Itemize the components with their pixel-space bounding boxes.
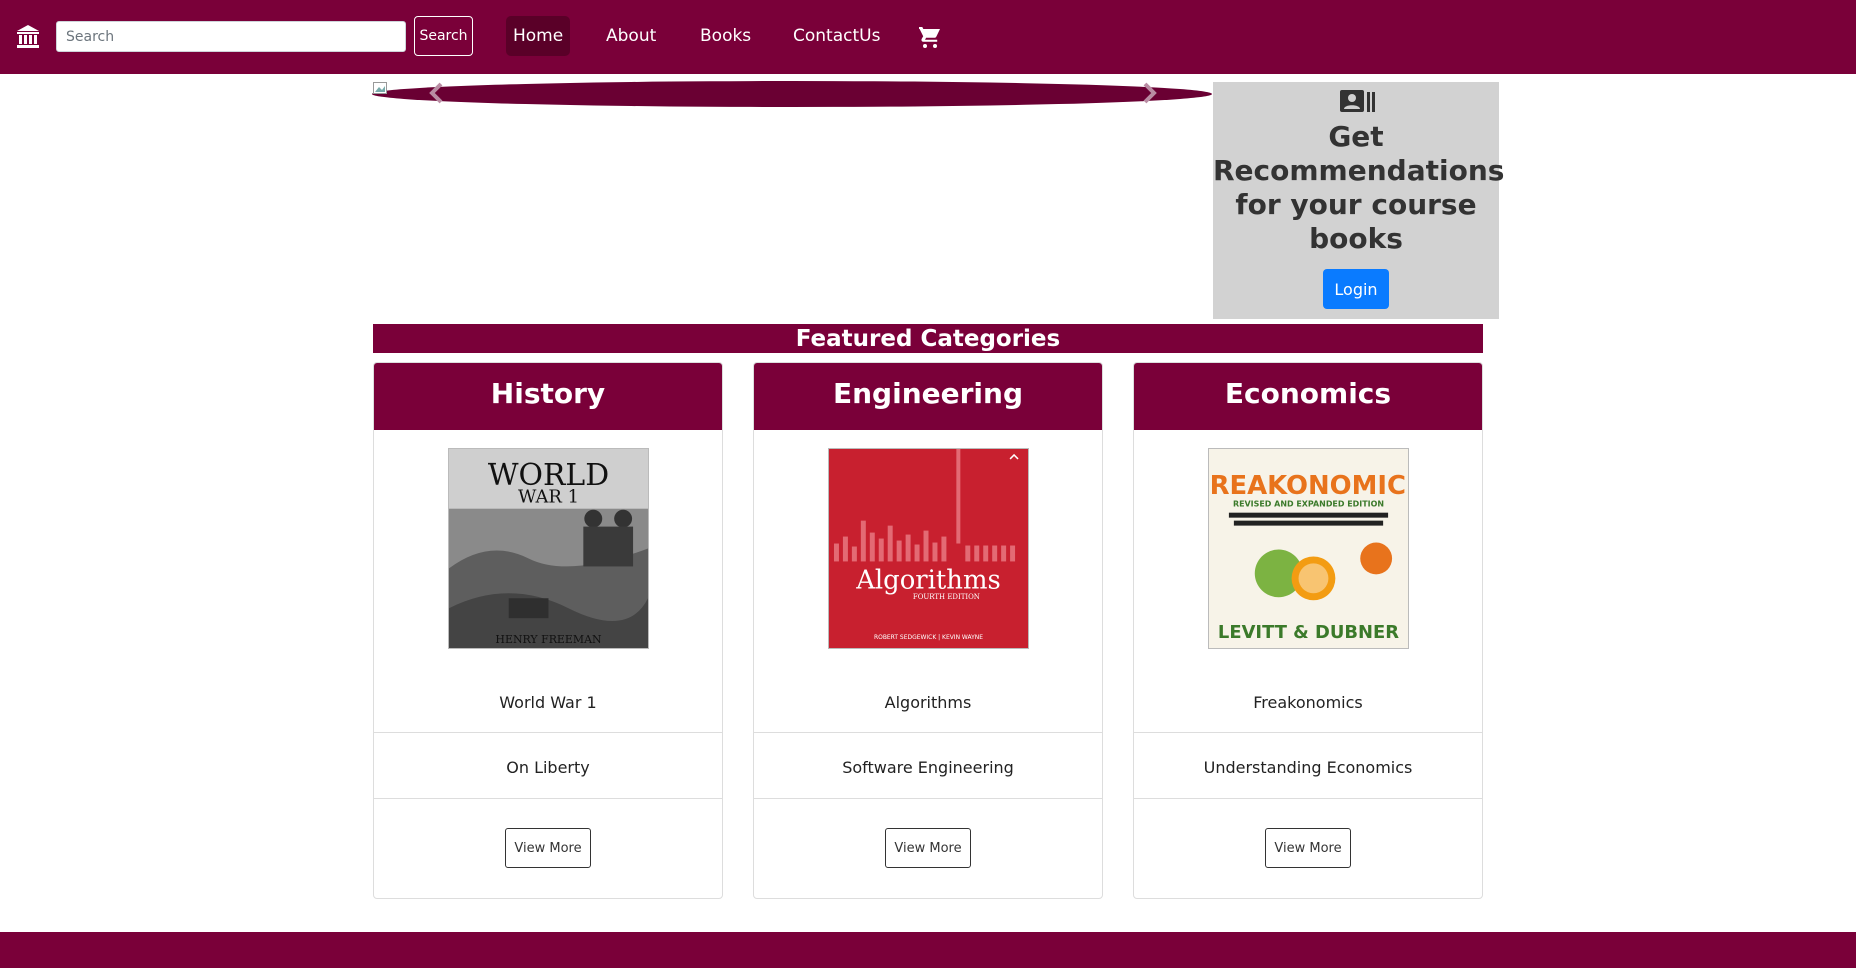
search-button[interactable]: Search bbox=[414, 16, 473, 56]
book-cover-algorithms[interactable]: Algorithms FOURTH EDITION ROBERT SEDGEWI… bbox=[828, 448, 1029, 649]
broken-image-icon bbox=[373, 82, 387, 94]
featured-categories-heading: Featured Categories bbox=[373, 324, 1483, 353]
search-input[interactable] bbox=[56, 21, 406, 52]
divider bbox=[754, 732, 1102, 733]
contact-card-icon bbox=[1340, 90, 1375, 112]
category-title: Economics bbox=[1134, 363, 1482, 430]
book-title: Freakonomics bbox=[1253, 693, 1363, 712]
divider bbox=[1134, 732, 1482, 733]
bank-icon[interactable] bbox=[16, 24, 40, 50]
top-navbar: Search Home About Books ContactUs bbox=[0, 0, 1856, 74]
book-title: World War 1 bbox=[499, 693, 597, 712]
nav-link-about[interactable]: About bbox=[599, 16, 663, 56]
category-card-economics: Economics FREAKONOMICS REVISED AND EXPAN… bbox=[1133, 362, 1483, 899]
svg-text:Algorithms: Algorithms bbox=[855, 565, 1001, 595]
category-title: Engineering bbox=[754, 363, 1102, 430]
footer bbox=[0, 932, 1856, 968]
nav-link-home[interactable]: Home bbox=[506, 16, 571, 56]
divider bbox=[1134, 798, 1482, 799]
recommendations-title: Get Recommendations for your course book… bbox=[1213, 120, 1505, 255]
chevron-right-icon[interactable] bbox=[1140, 82, 1158, 104]
recommendations-panel: Get Recommendations for your course book… bbox=[1213, 82, 1505, 319]
svg-text:FREAKONOMICS: FREAKONOMICS bbox=[1208, 471, 1409, 501]
category-card-history: History WORLD WAR 1 HENRY FREEMAN World … bbox=[373, 362, 723, 899]
divider bbox=[374, 798, 722, 799]
svg-text:REVISED AND EXPANDED EDITION: REVISED AND EXPANDED EDITION bbox=[1233, 500, 1384, 509]
svg-text:ROBERT SEDGEWICK | KEVIN WAYNE: ROBERT SEDGEWICK | KEVIN WAYNE bbox=[874, 634, 983, 641]
divider bbox=[754, 798, 1102, 799]
book-title: Algorithms bbox=[884, 693, 972, 712]
svg-text:FOURTH EDITION: FOURTH EDITION bbox=[913, 593, 980, 601]
image-carousel bbox=[372, 81, 1212, 107]
book-title-secondary: Software Engineering bbox=[842, 758, 1014, 777]
cart-icon[interactable] bbox=[918, 25, 942, 49]
category-card-engineering: Engineering Algorithms FOURTH EDITION RO… bbox=[753, 362, 1103, 899]
svg-text:WAR 1: WAR 1 bbox=[518, 487, 579, 508]
login-button[interactable]: Login bbox=[1323, 269, 1389, 309]
view-more-button[interactable]: View More bbox=[885, 828, 971, 868]
category-title: History bbox=[374, 363, 722, 430]
nav-link-books[interactable]: Books bbox=[693, 16, 758, 56]
book-cover-freakonomics[interactable]: FREAKONOMICS REVISED AND EXPANDED EDITIO… bbox=[1208, 448, 1409, 649]
chevron-left-icon[interactable] bbox=[428, 82, 446, 104]
svg-text:HENRY FREEMAN: HENRY FREEMAN bbox=[495, 633, 602, 646]
view-more-button[interactable]: View More bbox=[505, 828, 591, 868]
svg-text:LEVITT & DUBNER: LEVITT & DUBNER bbox=[1218, 622, 1399, 643]
book-title-secondary: On Liberty bbox=[506, 758, 590, 777]
view-more-button[interactable]: View More bbox=[1265, 828, 1351, 868]
nav-link-contactus[interactable]: ContactUs bbox=[786, 16, 887, 56]
book-cover-world-war-1[interactable]: WORLD WAR 1 HENRY FREEMAN bbox=[448, 448, 649, 649]
divider bbox=[374, 732, 722, 733]
book-title-secondary: Understanding Economics bbox=[1203, 758, 1413, 777]
